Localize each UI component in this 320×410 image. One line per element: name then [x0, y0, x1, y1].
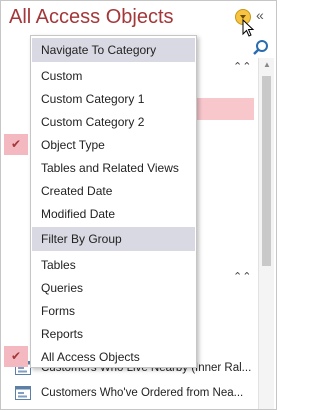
mouse-cursor-icon: [242, 19, 255, 37]
menu-item-label: Object Type: [41, 137, 105, 152]
list-item-label: Customers Who've Ordered from Nea...: [41, 387, 244, 399]
menu-item-label: All Access Objects: [41, 349, 140, 364]
collapse-pane-button[interactable]: «: [256, 7, 264, 23]
selected-object-highlight: [197, 98, 254, 120]
menu-item-tables-related-views[interactable]: Tables and Related Views: [32, 156, 195, 179]
menu-item-object-type[interactable]: ✔ Object Type: [4, 133, 195, 156]
navigation-pane: All Access Objects « ⌃⌃ ⌃⌃ ▲ Customers W…: [0, 0, 277, 410]
scroll-up-icon[interactable]: ▲: [263, 60, 271, 69]
collapse-group-chevron-icon[interactable]: ⌃⌃: [233, 60, 251, 73]
list-item[interactable]: Customers Who've Ordered from Nea...: [15, 382, 257, 404]
menu-item-all-access-objects[interactable]: ✔ All Access Objects: [4, 345, 195, 368]
search-icon[interactable]: [252, 39, 270, 57]
menu-item-custom[interactable]: Custom: [32, 64, 195, 87]
collapse-group-chevron-icon[interactable]: ⌃⌃: [233, 270, 251, 283]
menu-item-forms[interactable]: Forms: [32, 299, 195, 322]
scrollbar-thumb[interactable]: [262, 76, 271, 266]
menu-header-filter: Filter By Group: [32, 227, 195, 251]
navigation-dropdown-menu: Navigate To Category Custom Custom Categ…: [4, 35, 197, 368]
menu-item-queries[interactable]: Queries: [32, 276, 195, 299]
menu-item-reports[interactable]: Reports: [32, 322, 195, 345]
vertical-scrollbar[interactable]: ▲: [258, 58, 274, 409]
menu-header-navigate: Navigate To Category: [32, 38, 195, 62]
menu-item-custom-category-1[interactable]: Custom Category 1: [32, 87, 195, 110]
menu-item-custom-category-2[interactable]: Custom Category 2: [32, 110, 195, 133]
menu-item-tables[interactable]: Tables: [32, 253, 195, 276]
pane-title[interactable]: All Access Objects: [9, 6, 174, 29]
checkmark-icon: ✔: [4, 346, 28, 367]
menu-item-modified-date[interactable]: Modified Date: [32, 202, 195, 225]
form-object-icon: [15, 386, 31, 400]
menu-item-created-date[interactable]: Created Date: [32, 179, 195, 202]
checkmark-icon: ✔: [4, 134, 28, 155]
